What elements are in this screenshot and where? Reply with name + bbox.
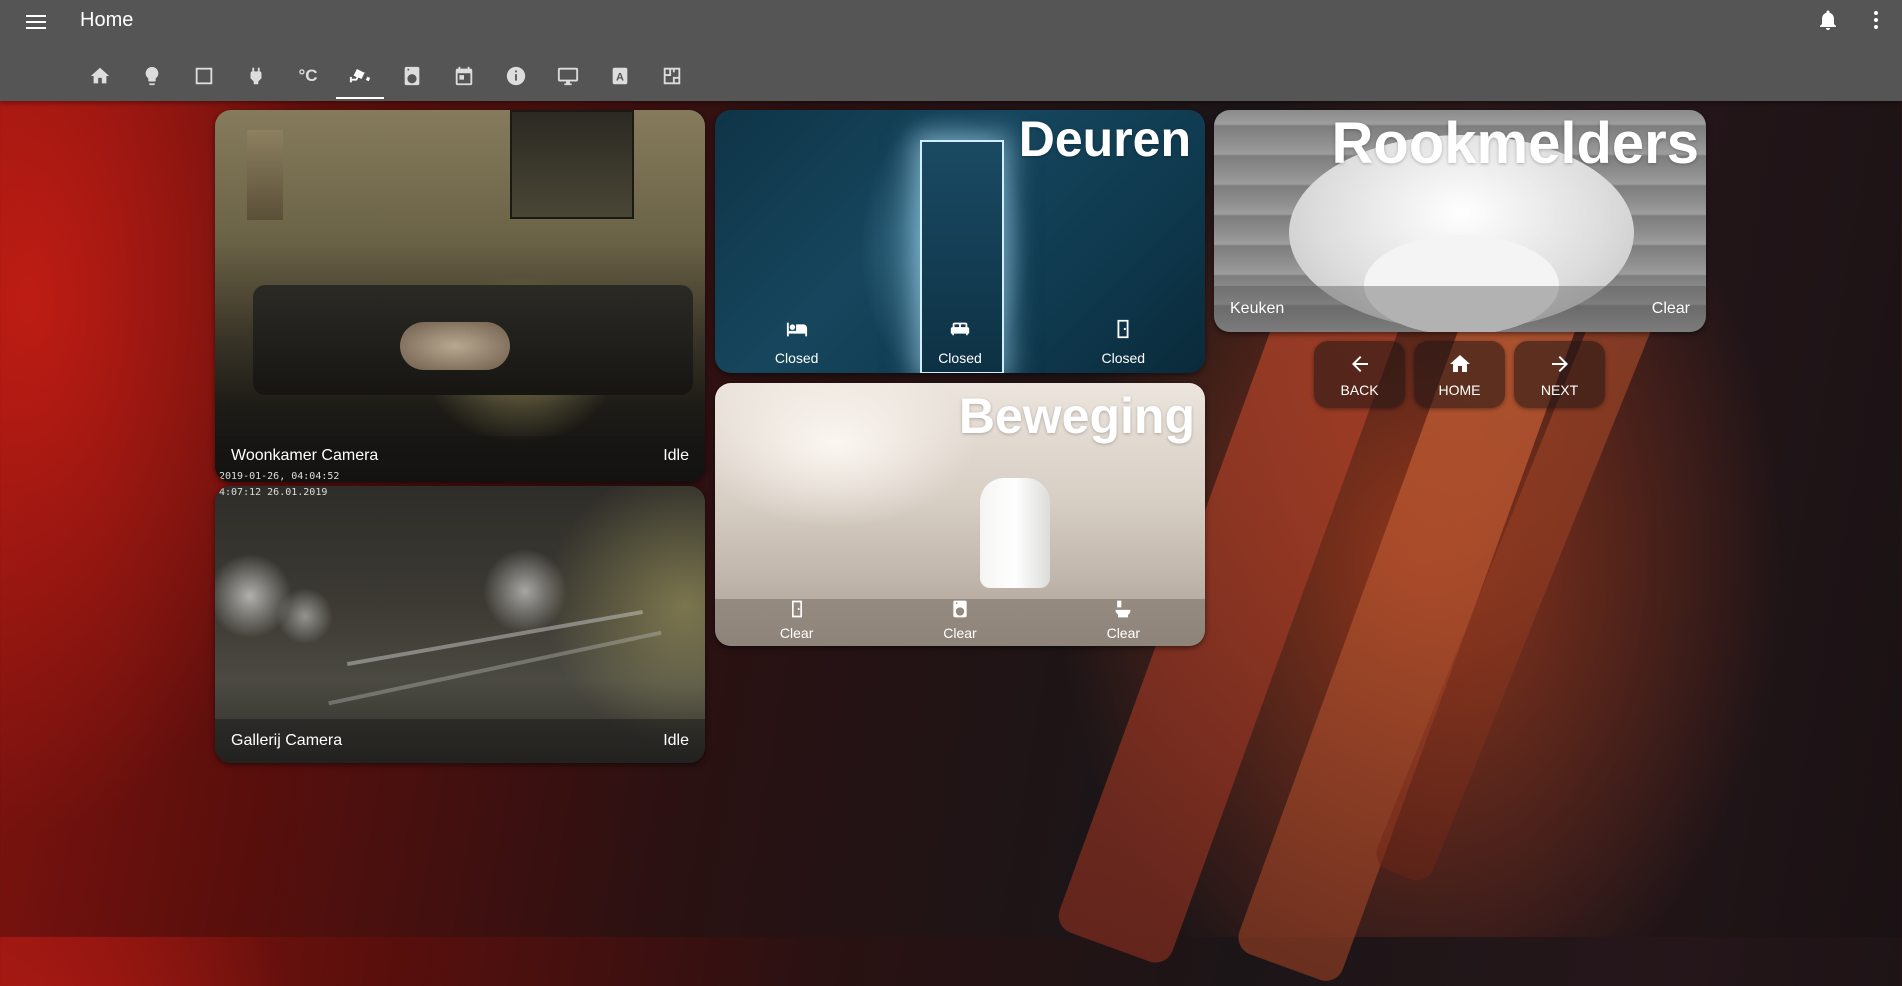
wall-picture <box>247 130 283 220</box>
motion-state: Clear <box>1106 625 1141 641</box>
smoke-title: Rookmelders <box>1331 111 1699 176</box>
door-state: Closed <box>1101 350 1146 366</box>
next-label: NEXT <box>1540 381 1579 398</box>
alpha-a-box-icon: A <box>612 67 628 85</box>
home-label: HOME <box>1438 381 1481 398</box>
camera-footer: Woonkamer Camera Idle <box>215 436 705 476</box>
doors-title: Deuren <box>1018 111 1191 167</box>
tab-info[interactable] <box>490 56 542 101</box>
motion-glance: Clear Clear Clear <box>715 599 1205 646</box>
motion-card[interactable]: Beweging Clear Clear Clear <box>715 383 1205 646</box>
camera-name: Woonkamer Camera <box>231 447 379 464</box>
doors-card[interactable]: Deuren Closed Closed Closed <box>715 110 1205 373</box>
menu-icon[interactable] <box>22 8 50 36</box>
arrow-right-icon <box>1551 355 1568 372</box>
more-vert-icon[interactable] <box>1864 8 1888 32</box>
arrow-left-icon <box>1351 355 1368 372</box>
tab-automations[interactable]: A <box>594 56 646 101</box>
bed-double-icon <box>950 322 970 336</box>
camera-state: Idle <box>663 732 689 749</box>
thermometer-celsius-icon: °C <box>298 66 318 85</box>
calendar-icon <box>455 66 473 86</box>
power-plug-icon <box>250 67 262 85</box>
smoke-card[interactable]: Rookmelders Keuken Clear <box>1214 110 1706 332</box>
home-icon <box>90 67 110 84</box>
monitor-icon <box>557 67 579 86</box>
door-sensor-3[interactable]: Closed <box>1042 309 1205 373</box>
camera-card-woonkamer[interactable]: Woonkamer Camera Idle 2019-01-26, 04:04:… <box>215 110 705 482</box>
tab-power[interactable] <box>230 56 282 101</box>
tab-covers[interactable] <box>178 56 230 101</box>
door-state: Closed <box>938 350 982 366</box>
washing-machine-icon <box>404 66 420 86</box>
camera-timestamp: 2019-01-26, 04:04:52 <box>219 471 340 482</box>
camera-name: Gallerij Camera <box>231 732 343 749</box>
tab-floorplan[interactable] <box>646 56 698 101</box>
bell-icon[interactable] <box>1816 8 1840 32</box>
square-icon <box>195 67 213 85</box>
wall-picture <box>510 110 634 219</box>
svg-text:A: A <box>616 72 624 84</box>
door-icon <box>1117 319 1129 339</box>
bed-icon <box>786 322 807 337</box>
camera-state: Idle <box>663 447 689 464</box>
tab-appliances[interactable] <box>386 56 438 101</box>
smoke-sensor-state: Clear <box>1651 300 1690 317</box>
tab-media[interactable] <box>542 56 594 101</box>
railing <box>328 630 662 706</box>
cctv-icon <box>349 69 371 83</box>
washing-machine-icon <box>953 600 967 618</box>
motion-sensor-3[interactable]: Clear <box>1042 599 1205 646</box>
toilet-icon <box>1115 600 1131 618</box>
lightbulb-icon <box>145 66 159 86</box>
tab-home[interactable] <box>74 56 126 101</box>
information-icon <box>506 66 526 86</box>
railing <box>346 609 644 667</box>
cat <box>400 322 510 370</box>
home-icon <box>1449 354 1470 372</box>
motion-sensor-2[interactable]: Clear <box>878 599 1041 646</box>
door-sensor-1[interactable]: Closed <box>715 309 878 373</box>
motion-title: Beweging <box>958 388 1195 444</box>
tab-cameras[interactable] <box>334 56 386 101</box>
smoke-sensor-name: Keuken <box>1230 300 1285 317</box>
camera-timestamp: 4:07:12 26.01.2019 <box>219 487 328 498</box>
smoke-footer: Keuken Clear <box>1214 286 1706 332</box>
back-button[interactable]: BACK <box>1314 341 1405 408</box>
tab-climate[interactable]: °C <box>282 56 334 101</box>
view-tabs: °C A <box>74 56 698 101</box>
next-button[interactable]: NEXT <box>1514 341 1605 408</box>
page-title: Home <box>80 9 134 31</box>
door-state: Closed <box>774 350 819 366</box>
app-toolbar: Home °C A <box>0 0 1902 101</box>
motion-state: Clear <box>943 625 977 641</box>
motion-sensor-image <box>980 478 1050 588</box>
motion-sensor-1[interactable]: Clear <box>715 599 878 646</box>
floor-plan-icon <box>663 67 681 85</box>
camera-footer: Gallerij Camera Idle <box>215 719 705 763</box>
doors-glance: Closed Closed Closed <box>715 309 1205 373</box>
tab-calendar[interactable] <box>438 56 490 101</box>
tab-lights[interactable] <box>126 56 178 101</box>
camera-card-gallerij[interactable]: 4:07:12 26.01.2019 Gallerij Camera Idle <box>215 486 705 763</box>
door-icon <box>791 600 802 618</box>
door-sensor-2[interactable]: Closed <box>878 309 1041 373</box>
home-button[interactable]: HOME <box>1414 341 1505 408</box>
motion-state: Clear <box>779 625 814 641</box>
back-label: BACK <box>1340 381 1379 398</box>
